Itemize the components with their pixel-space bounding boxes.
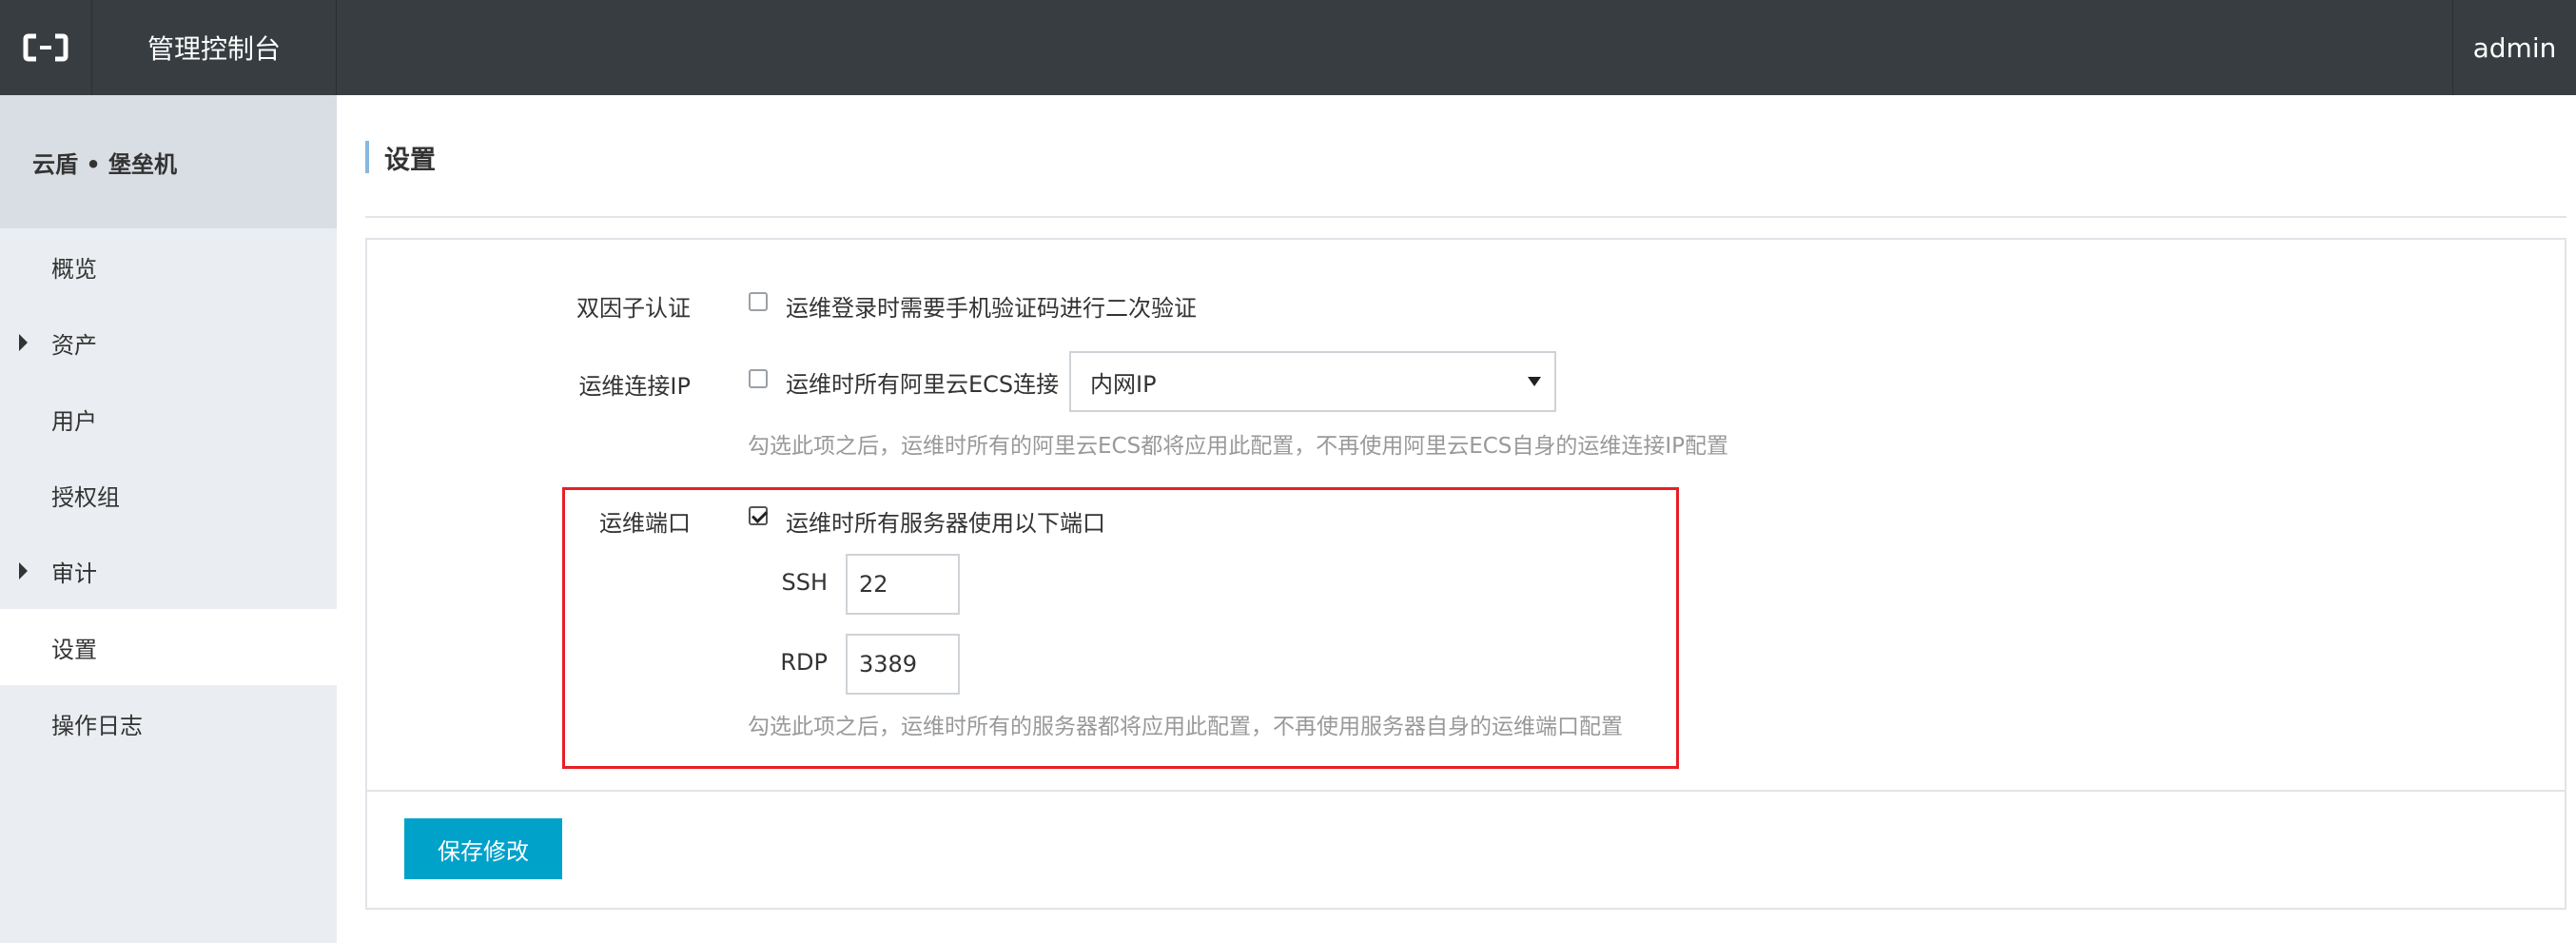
save-button[interactable]: 保存修改 — [404, 818, 562, 879]
product-name: 云盾 • 堡垒机 — [0, 95, 337, 228]
sidebar-item-users[interactable]: 用户 — [0, 381, 337, 457]
sidebar-item-label: 审计 — [51, 560, 97, 587]
aliyun-logo-icon — [23, 33, 68, 62]
sidebar-item-label: 操作日志 — [51, 712, 143, 739]
connect-ip-select-value: 内网IP — [1090, 370, 1157, 398]
ports-checkbox[interactable] — [749, 506, 768, 525]
divider — [367, 790, 2565, 792]
sidebar-item-settings[interactable]: 设置 — [0, 609, 337, 685]
user-menu[interactable]: admin — [2452, 0, 2576, 95]
sidebar-item-overview[interactable]: 概览 — [0, 228, 337, 305]
two-factor-checkbox[interactable] — [749, 292, 768, 311]
connect-ip-label: 运维连接IP — [578, 373, 691, 400]
page-title: 设置 — [365, 141, 436, 175]
sidebar-item-label: 资产 — [51, 331, 97, 359]
top-bar: 管理控制台 admin — [0, 0, 2576, 95]
divider — [365, 216, 2566, 218]
ports-hint: 勾选此项之后，运维时所有的服务器都将应用此配置，不再使用服务器自身的运维端口配置 — [748, 715, 1623, 739]
dropdown-arrow-icon — [1528, 377, 1541, 386]
connect-ip-hint: 勾选此项之后，运维时所有的阿里云ECS都将应用此配置，不再使用阿里云ECS自身的… — [748, 434, 1729, 459]
rdp-label: RDP — [780, 649, 828, 676]
connect-ip-checkbox-text[interactable]: 运维时所有阿里云ECS连接 — [786, 365, 1059, 399]
sidebar-item-assets[interactable]: 资产 — [0, 305, 337, 381]
sidebar-item-label: 授权组 — [51, 483, 120, 511]
console-title[interactable]: 管理控制台 — [91, 0, 337, 95]
connect-ip-select[interactable]: 内网IP — [1069, 351, 1556, 412]
sidebar-item-label: 概览 — [51, 255, 97, 283]
sidebar-item-audit[interactable]: 审计 — [0, 533, 337, 609]
ports-checkbox-text[interactable]: 运维时所有服务器使用以下端口 — [786, 504, 1105, 538]
sidebar-item-label: 设置 — [51, 636, 97, 663]
sidebar: 云盾 • 堡垒机 概览 资产 用户 授权组 审计 设置 操作日志 — [0, 95, 337, 943]
two-factor-checkbox-text[interactable]: 运维登录时需要手机验证码进行二次验证 — [786, 289, 1197, 323]
sidebar-item-auth-groups[interactable]: 授权组 — [0, 457, 337, 533]
sidebar-item-operation-log[interactable]: 操作日志 — [0, 685, 337, 761]
ssh-port-input[interactable] — [846, 554, 960, 615]
connect-ip-checkbox[interactable] — [749, 369, 768, 388]
ssh-label: SSH — [781, 569, 828, 596]
caret-right-icon — [19, 334, 28, 351]
ports-label: 运维端口 — [599, 510, 691, 537]
rdp-port-input[interactable] — [846, 634, 960, 695]
sidebar-item-label: 用户 — [51, 407, 97, 435]
home-logo[interactable] — [0, 0, 91, 95]
two-factor-label: 双因子认证 — [576, 295, 691, 322]
caret-right-icon — [19, 562, 28, 580]
